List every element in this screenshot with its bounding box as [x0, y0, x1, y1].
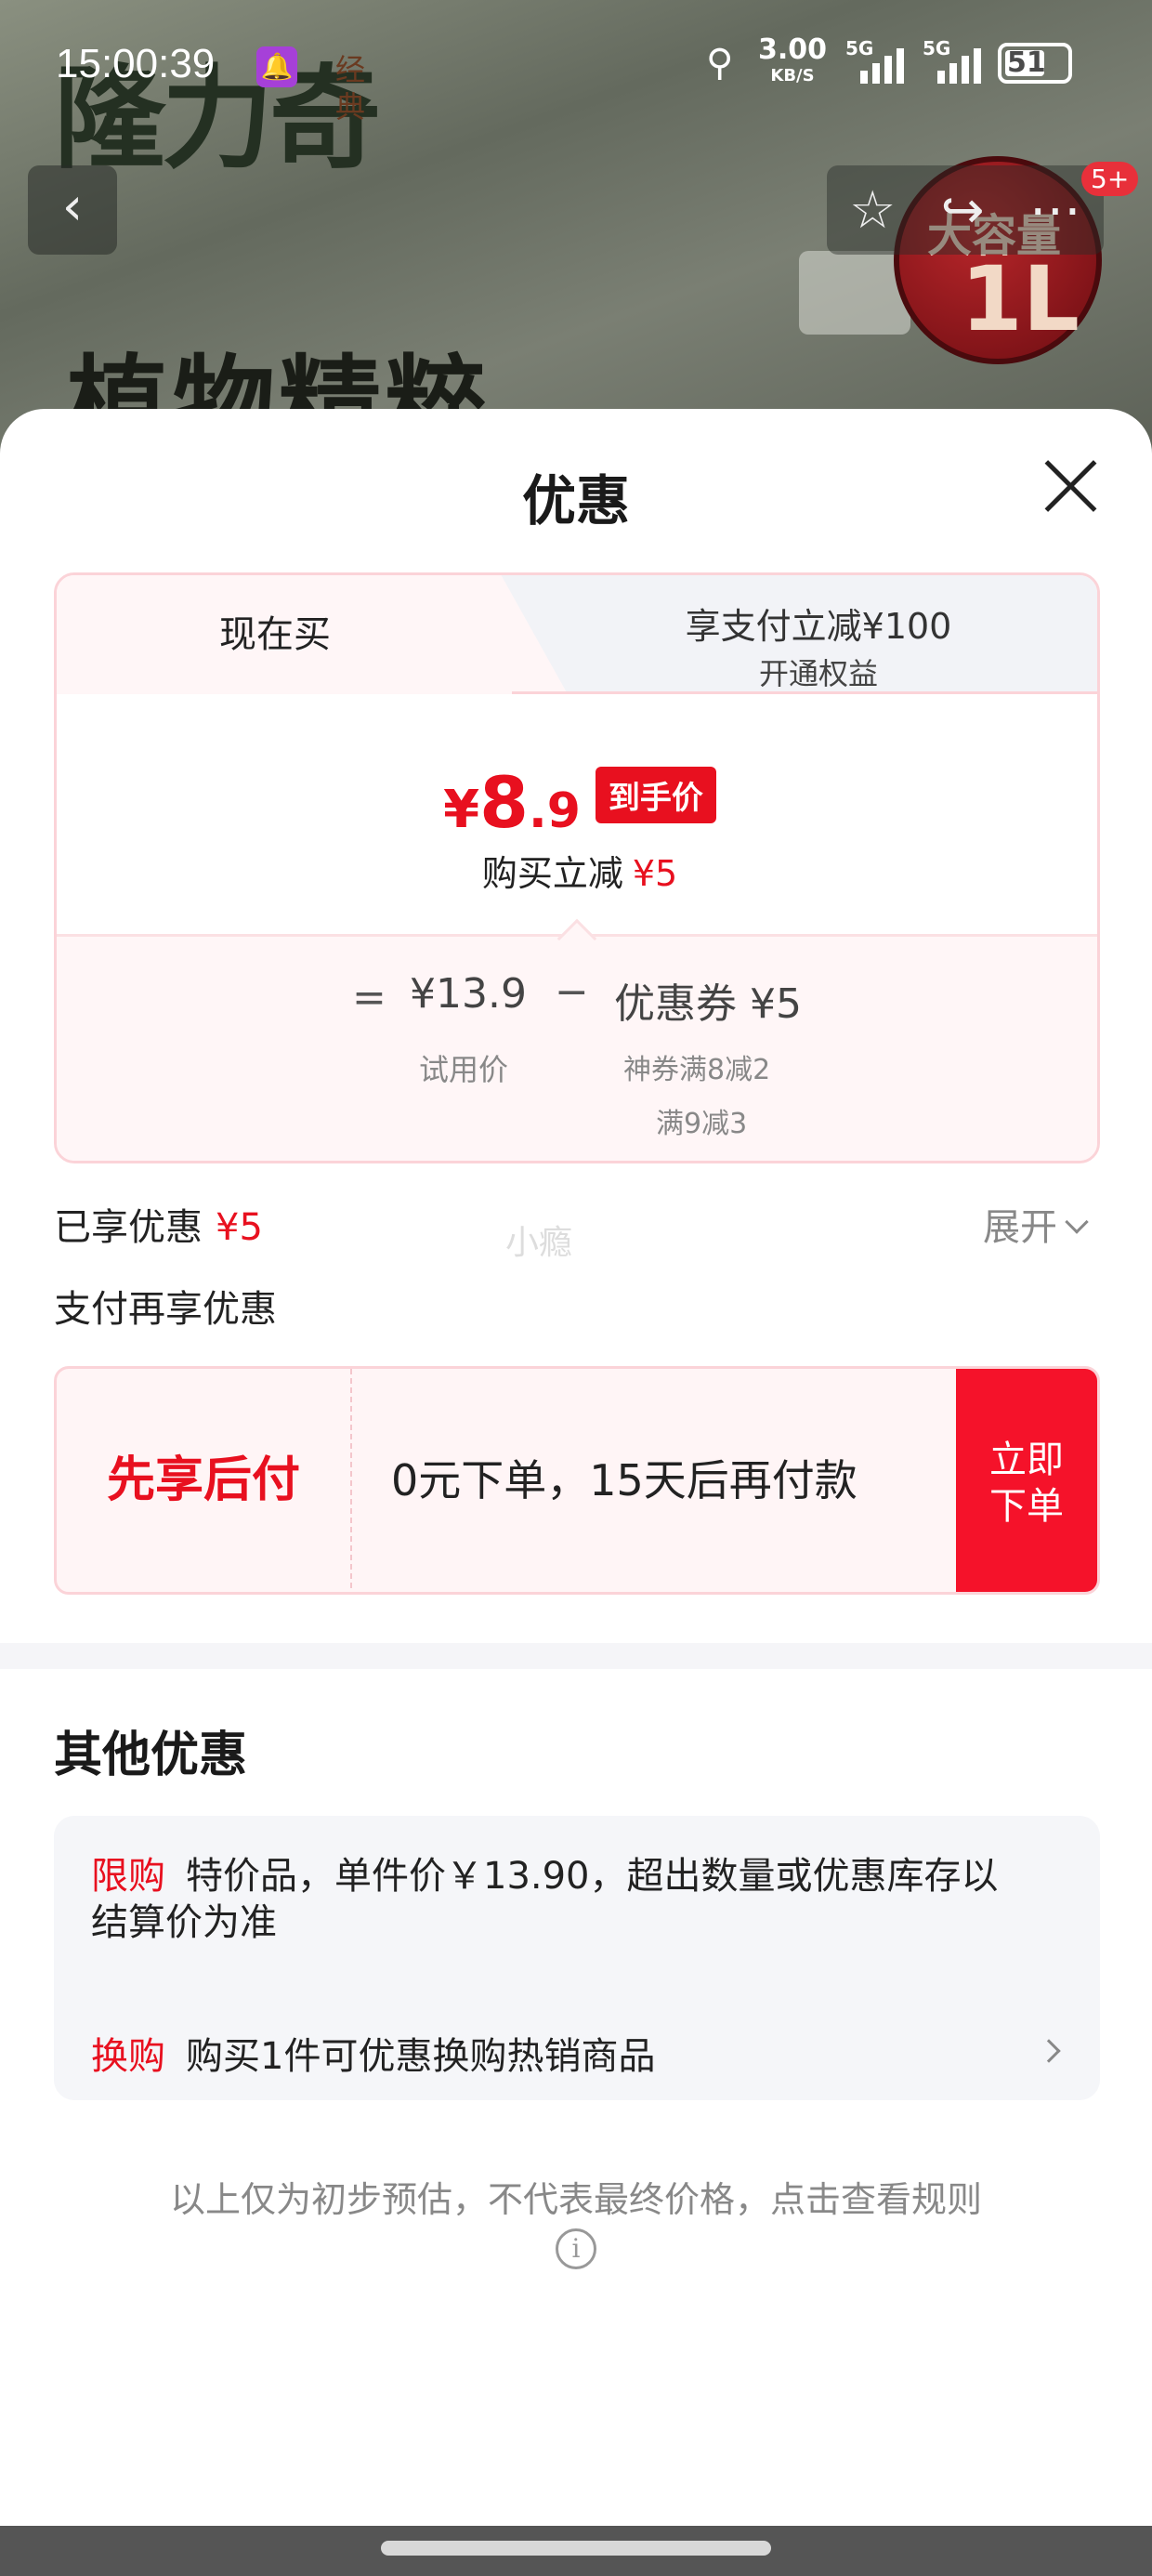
- formula-base-value: ¥13.9: [410, 970, 527, 1018]
- enjoyed-discount: 已享优惠 ¥5: [54, 1197, 263, 1251]
- discount-sheet: 优惠 现在买 享支付立减¥100 开通权益 ¥8.9 到手价 购买立减 ¥5 = …: [0, 409, 1152, 2526]
- limit-purchase-row: 限购 特价品，单件价￥13.90，超出数量或优惠库存以结算价为准: [91, 1853, 1029, 1946]
- badge-line2: 1L: [961, 247, 1080, 351]
- pay-later-desc: 0元下单，15天后再付款: [391, 1455, 857, 1505]
- signal-icon: 5G: [844, 37, 904, 84]
- bell-icon: 🔔: [256, 46, 297, 87]
- exchange-purchase-row[interactable]: 换购 购买1件可优惠换购热销商品: [91, 2026, 1057, 2080]
- price-formula: = ¥13.9 − 优惠券 ¥5 试用价 神券满8减2 满9减3: [57, 934, 1097, 1161]
- tab-buy-now[interactable]: 现在买: [57, 575, 493, 694]
- home-indicator[interactable]: [381, 2541, 771, 2556]
- limit-tag: 限购: [91, 1855, 165, 1898]
- tab-pay-discount-sub: 开通权益: [758, 656, 878, 691]
- back-button[interactable]: ‹: [28, 165, 117, 255]
- final-price: ¥8.9: [443, 761, 581, 844]
- location-icon: ⚲: [705, 42, 734, 85]
- section-divider: [0, 1643, 1152, 1669]
- net-speed: 3.00 KB/S: [758, 36, 827, 89]
- final-price-row: ¥8.9 到手价: [57, 761, 1097, 844]
- expand-button[interactable]: 展开: [983, 1197, 1089, 1251]
- formula-minus: −: [555, 968, 589, 1016]
- order-now-label: 立即下单: [989, 1439, 1064, 1528]
- exchange-text: 购买1件可优惠换购热销商品: [186, 2035, 656, 2078]
- share-icon[interactable]: ↪: [941, 180, 985, 241]
- tab-pay-discount[interactable]: 享支付立减¥100 开通权益: [577, 598, 1060, 693]
- order-now-button[interactable]: 立即下单: [956, 1369, 1097, 1592]
- battery-icon: 51: [998, 43, 1072, 84]
- formula-coupon-value: 优惠券 ¥5: [614, 980, 802, 1028]
- status-time: 15:00:39: [56, 41, 216, 86]
- pay-more-title: 支付再享优惠: [54, 1288, 277, 1331]
- signal1-label: 5G: [845, 37, 874, 59]
- formula-base-label: 试用价: [419, 1052, 509, 1087]
- signal2-label: 5G: [923, 37, 951, 59]
- disclaimer-text[interactable]: 以上仅为初步预估，不代表最终价格，点击查看规则: [0, 2171, 1152, 2222]
- close-icon[interactable]: [1041, 455, 1100, 515]
- purchase-reduce: 购买立减 ¥5: [57, 845, 1097, 896]
- enjoyed-value: ¥5: [216, 1206, 263, 1249]
- formula-coupon-label2: 满9减3: [656, 1108, 748, 1140]
- chevron-down-icon: [1065, 1210, 1089, 1234]
- price-dec: .9: [528, 783, 581, 839]
- pay-later-card[interactable]: 先享后付 0元下单，15天后再付款 立即下单: [54, 1366, 1100, 1595]
- pay-later-title: 先享后付: [57, 1369, 352, 1592]
- net-speed-value: 3.00: [757, 33, 827, 66]
- final-price-tag: 到手价: [595, 767, 716, 823]
- exchange-tag: 换购: [91, 2035, 165, 2078]
- battery-level: 51: [1007, 46, 1046, 79]
- other-discounts-box: 限购 特价品，单件价￥13.90，超出数量或优惠库存以结算价为准 换购 购买1件可优…: [54, 1816, 1100, 2100]
- info-icon[interactable]: i: [556, 2228, 596, 2269]
- other-discounts-title: 其他优惠: [54, 1728, 248, 1783]
- watermark: 小瘾: [505, 1224, 573, 1262]
- limit-text: 特价品，单件价￥13.90，超出数量或优惠库存以结算价为准: [91, 1855, 999, 1944]
- expand-label: 展开: [983, 1206, 1057, 1249]
- tab-pay-discount-label: 享支付立减¥100: [685, 606, 952, 647]
- reduce-label: 购买立减: [481, 853, 623, 894]
- price-int: 8: [479, 761, 529, 844]
- favorite-star-icon[interactable]: ☆: [849, 180, 896, 241]
- more-icon[interactable]: ⋯: [1029, 180, 1081, 241]
- signal-icon-2: 5G: [921, 37, 981, 84]
- enjoyed-label: 已享优惠: [54, 1206, 203, 1249]
- status-bar: 15:00:39 🔔 ⚲ 3.00 KB/S 5G 5G 51: [0, 0, 1152, 139]
- price-symbol: ¥: [443, 780, 480, 840]
- cart-count-badge: 5+: [1081, 162, 1139, 196]
- price-card: 现在买 享支付立减¥100 开通权益 ¥8.9 到手价 购买立减 ¥5 = ¥13…: [54, 572, 1100, 1163]
- net-speed-unit: KB/S: [770, 66, 815, 85]
- formula-coupon-label1: 神券满8减2: [623, 1054, 771, 1086]
- sheet-title: 优惠: [521, 469, 630, 532]
- nav-actions: ☆ ↪ ⋯: [827, 165, 1104, 255]
- formula-equals: =: [352, 974, 386, 1021]
- reduce-value: ¥5: [632, 853, 678, 894]
